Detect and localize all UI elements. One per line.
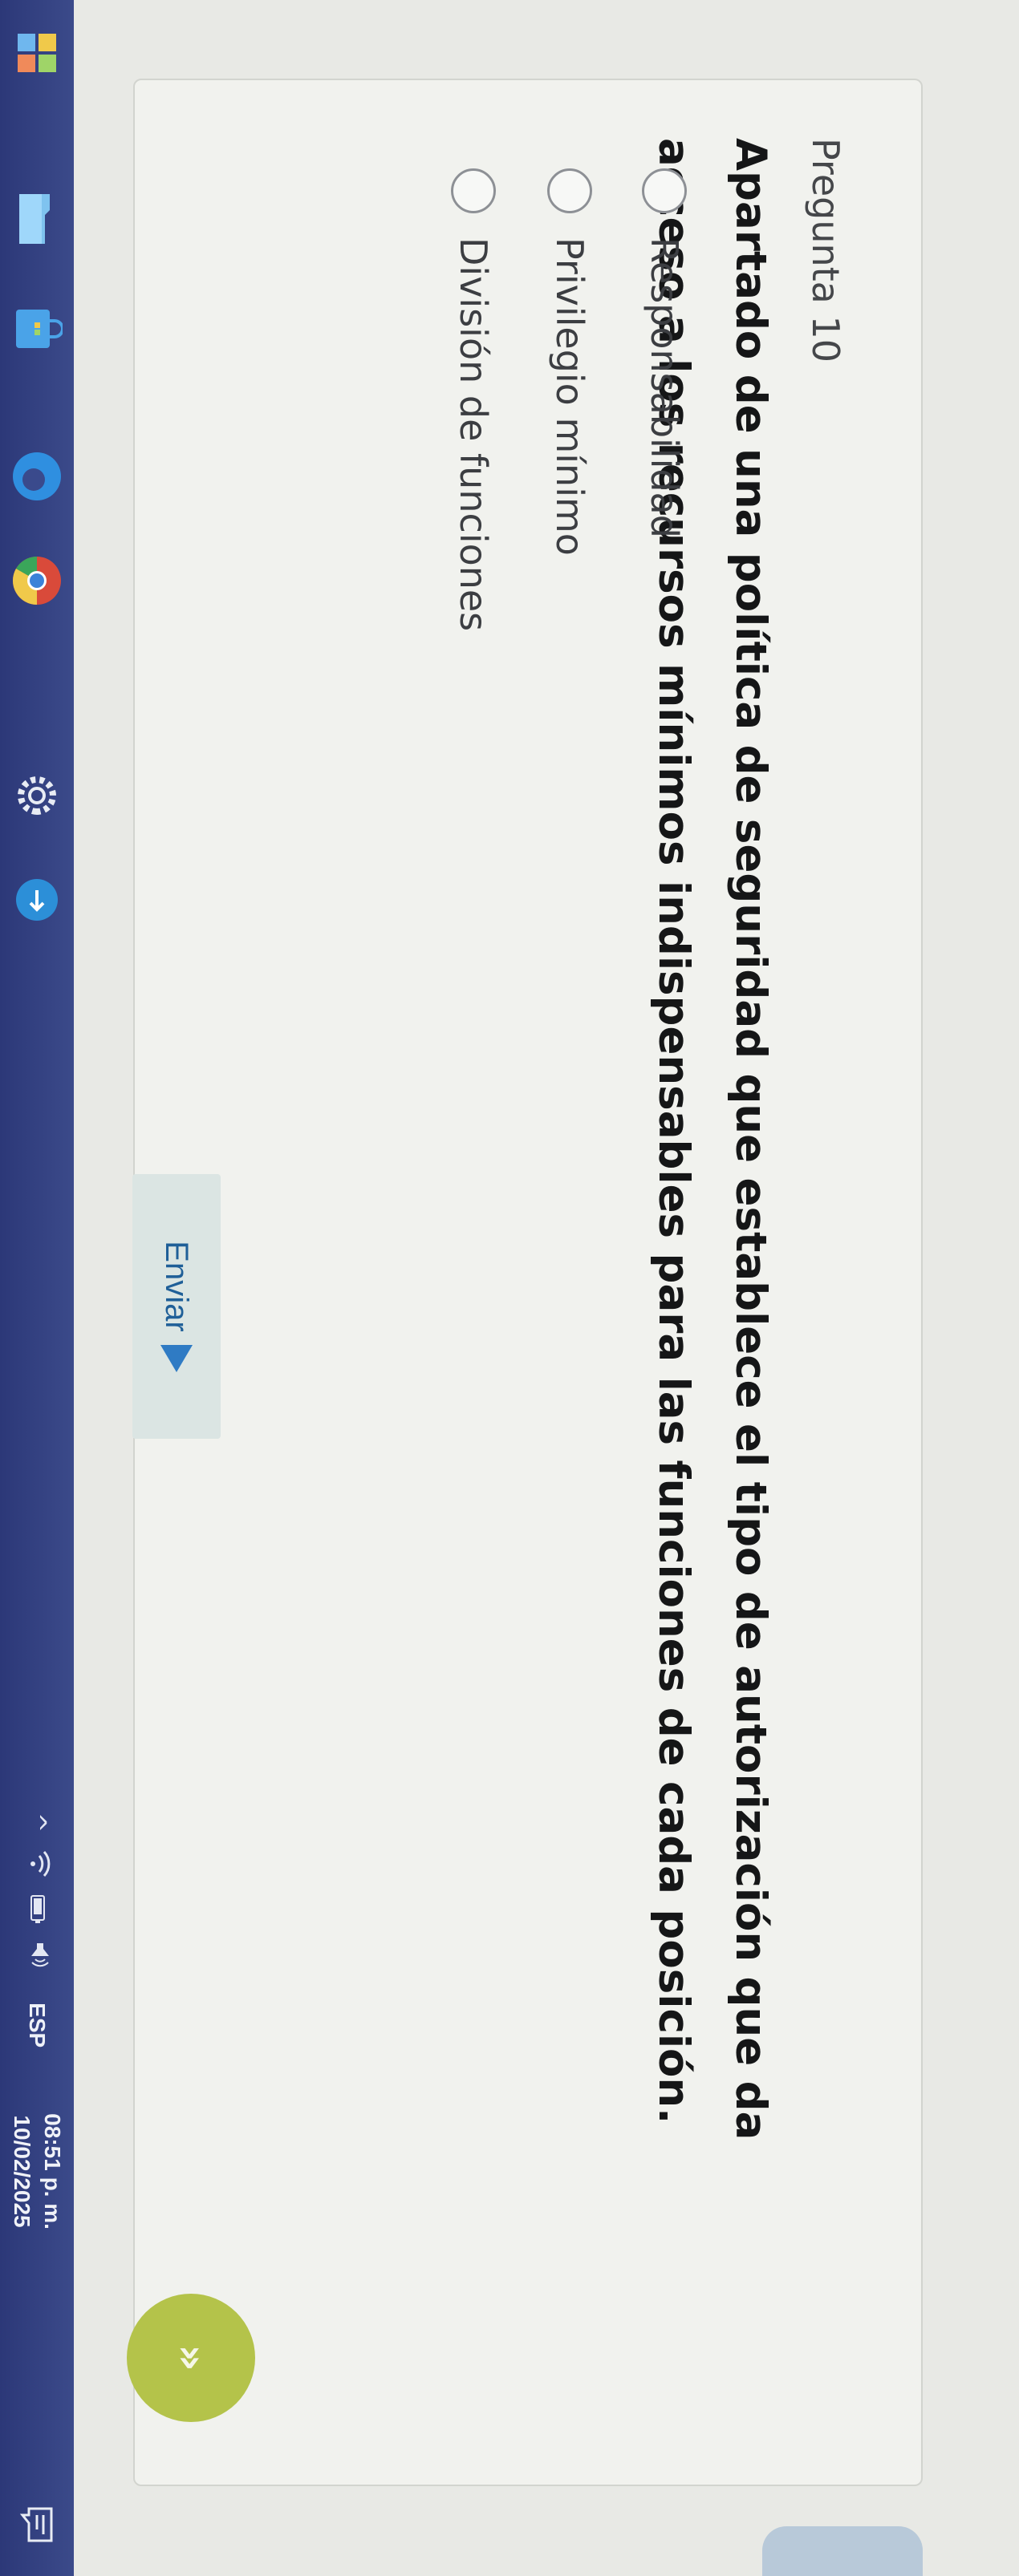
store-icon[interactable] <box>11 303 63 354</box>
chrome-browser-icon[interactable] <box>10 553 64 608</box>
input-language-indicator[interactable]: ESP <box>24 2003 50 2047</box>
send-arrow-icon <box>160 1344 193 1372</box>
wifi-icon[interactable] <box>22 1850 52 1877</box>
radio-button[interactable] <box>642 168 687 213</box>
notifications-icon[interactable] <box>14 2502 59 2547</box>
system-tray: ^ ESP 08:51 p. m. 10/02/2025 <box>0 1813 74 2230</box>
question-card: Pregunta 10 Apartado de una política de … <box>127 79 923 2486</box>
edge-browser-icon[interactable] <box>10 449 64 504</box>
option-label: Responsabilidad <box>643 237 686 538</box>
app-icon[interactable] <box>11 874 63 925</box>
page-content: Pregunta 10 Apartado de una política de … <box>74 0 1019 2576</box>
settings-gear-icon[interactable] <box>11 770 63 821</box>
side-panel-tab[interactable] <box>762 2526 923 2576</box>
option-privilegio-minimo[interactable]: Privilegio mínimo <box>547 168 592 556</box>
clock-time: 08:51 p. m. <box>40 2113 65 2230</box>
question-number: Pregunta 10 <box>804 138 847 363</box>
radio-button[interactable] <box>451 168 496 213</box>
next-question-button[interactable]: » <box>127 2294 255 2422</box>
option-label: División de funciones <box>452 237 495 632</box>
option-responsabilidad[interactable]: Responsabilidad <box>642 168 687 538</box>
tray-expand-icon[interactable]: ^ <box>23 1813 51 1833</box>
submit-button[interactable]: Enviar <box>132 1174 221 1439</box>
battery-icon[interactable] <box>23 1895 51 1924</box>
radio-button[interactable] <box>547 168 592 213</box>
volume-icon[interactable] <box>22 1942 51 1969</box>
double-chevron-right-icon: » <box>167 2344 215 2371</box>
option-division-de-funciones[interactable]: División de funciones <box>451 168 496 631</box>
folder-icon[interactable] <box>16 191 58 247</box>
option-label: Privilegio mínimo <box>548 237 591 556</box>
taskbar: ^ ESP 08:51 p. m. 10/02/2025 <box>0 0 74 2576</box>
clock-date: 10/02/2025 <box>10 2115 35 2228</box>
submit-label: Enviar <box>159 1241 195 1332</box>
screen: Pregunta 10 Apartado de una política de … <box>0 0 1019 2576</box>
windows-start-icon[interactable] <box>14 30 59 75</box>
clock[interactable]: 08:51 p. m. 10/02/2025 <box>6 2113 67 2230</box>
